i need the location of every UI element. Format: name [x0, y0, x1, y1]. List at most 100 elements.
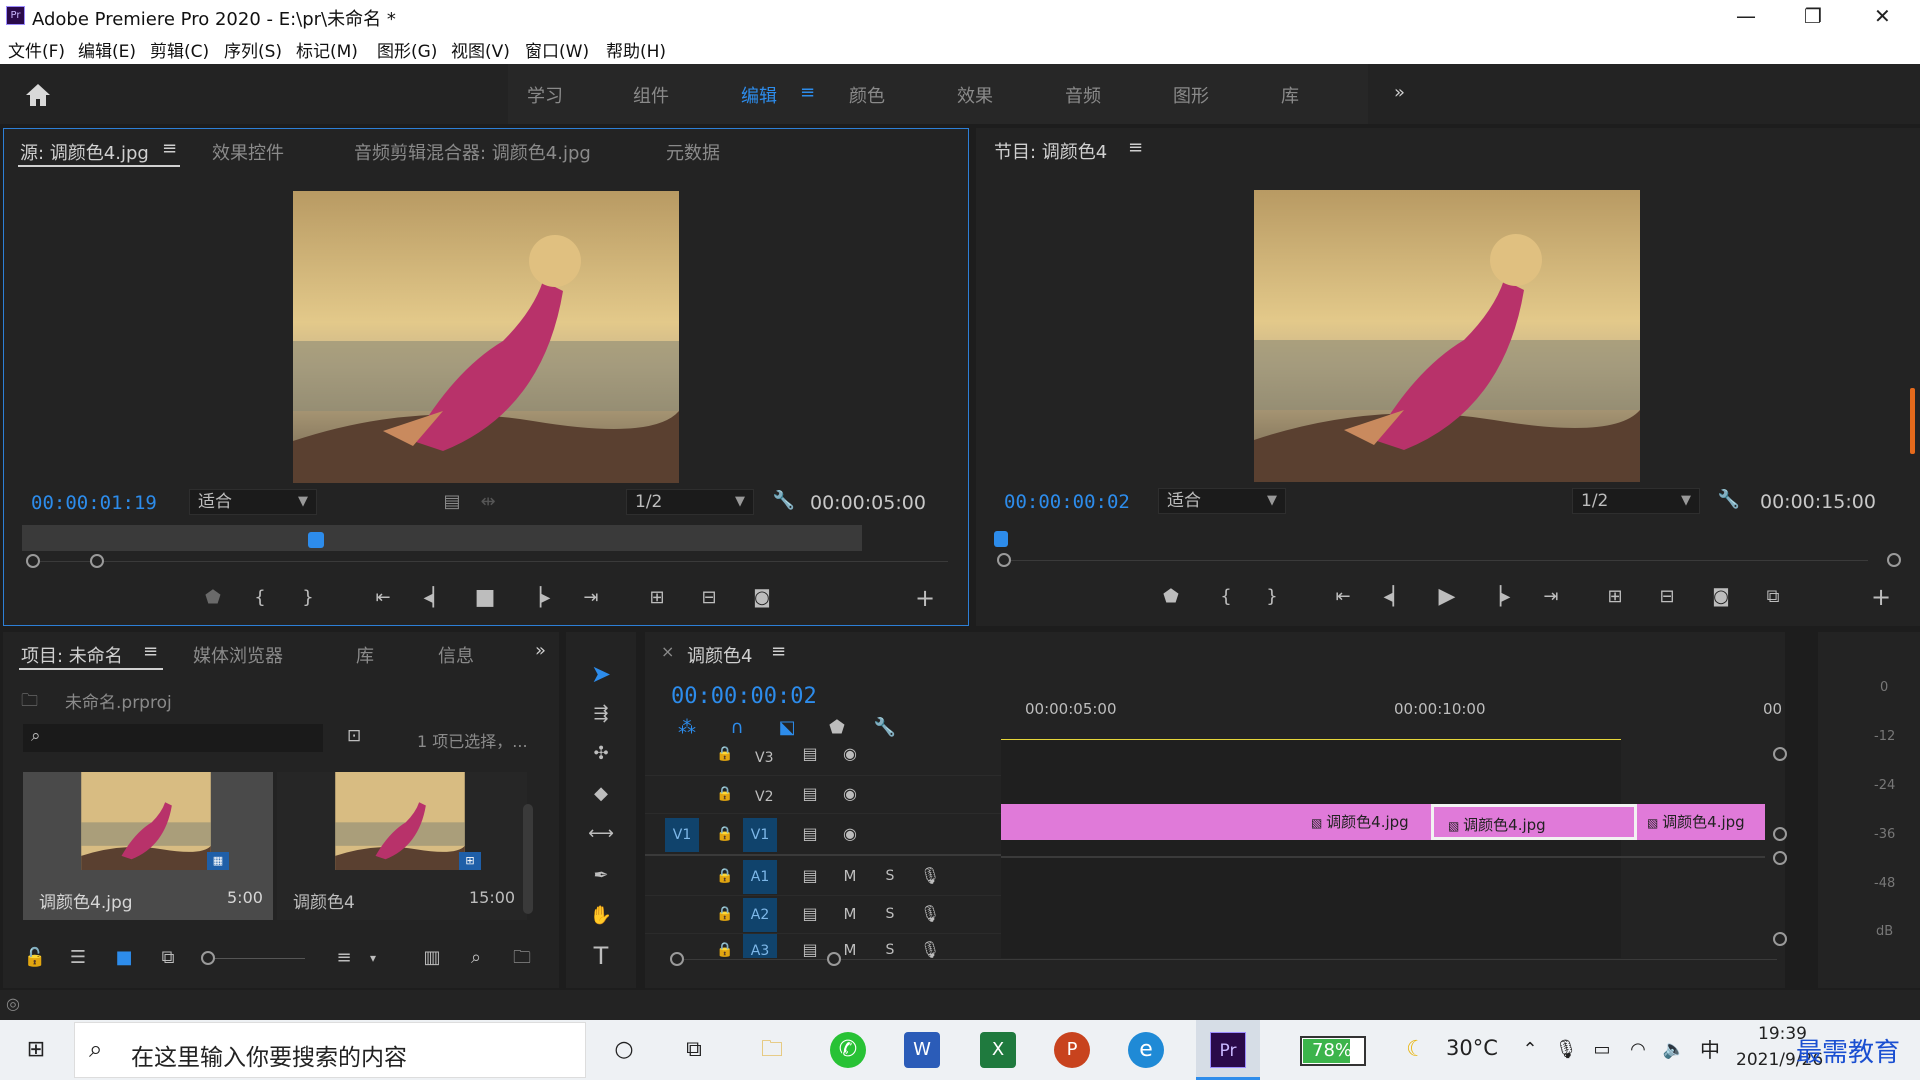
program-playhead[interactable] — [994, 531, 1008, 547]
thumbnail-size-slider[interactable] — [213, 958, 305, 959]
minimize-button[interactable]: — — [1736, 4, 1756, 28]
timeline-timecode[interactable]: 00:00:00:02 — [671, 684, 817, 709]
program-go-to-in-icon[interactable]: ⇤ — [1330, 585, 1356, 609]
hand-tool-icon[interactable]: ✋ — [586, 904, 616, 928]
mute-track-button[interactable]: M — [839, 902, 861, 926]
source-drag-audio-icon[interactable]: ⇹ — [476, 490, 500, 514]
wifi-icon[interactable]: ◠ — [1620, 1032, 1656, 1068]
tab-editing[interactable]: 编辑 — [741, 82, 777, 108]
program-resolution-select[interactable]: 1/2 ▼ — [1572, 488, 1700, 514]
taskbar-search-input[interactable]: ⌕ 在这里输入你要搜索的内容 — [74, 1022, 586, 1078]
audio-vscroll-handle[interactable] — [1773, 932, 1787, 946]
wechat-icon[interactable]: ✆ — [830, 1032, 866, 1068]
track-lock-icon[interactable]: 🔒 — [715, 822, 735, 846]
program-export-frame-camera-icon[interactable]: ◙ — [1706, 585, 1736, 609]
solo-track-button[interactable]: S — [879, 902, 901, 926]
timeline-vscroll-handle[interactable] — [1773, 747, 1787, 761]
tab-graphics[interactable]: 图形 — [1173, 82, 1209, 108]
nest-toggle-icon[interactable]: ⁂ — [673, 716, 701, 740]
sort-chevron-icon[interactable]: ▾ — [365, 946, 381, 970]
timeline-settings-wrench-icon[interactable]: 🔧 — [871, 716, 899, 740]
source-drag-video-icon[interactable]: ▤ — [440, 490, 464, 514]
timeline-clip[interactable]: ▧ 调颜色4.jpg — [1001, 804, 1431, 840]
microphone-icon[interactable]: 🎙 — [1548, 1032, 1584, 1068]
menu-window[interactable]: 窗口(W) — [525, 37, 589, 62]
track-lock-icon[interactable]: 🔒 — [715, 938, 735, 958]
slip-tool-icon[interactable]: ⟷ — [586, 822, 616, 846]
project-search-input[interactable]: ⌕ — [23, 724, 323, 752]
snap-magnet-icon[interactable]: ∩ — [723, 716, 751, 740]
source-time-ruler[interactable] — [22, 525, 862, 551]
add-marker-icon[interactable]: ⬟ — [200, 586, 226, 610]
project-more-panels-icon[interactable]: » — [535, 640, 546, 661]
export-frame-camera-icon[interactable]: ◙ — [747, 586, 777, 610]
ripple-edit-tool-icon[interactable]: ✣ — [586, 742, 616, 766]
project-item-selected[interactable]: ▦ 调颜色4.jpg 5:00 — [23, 772, 273, 920]
program-go-to-out-icon[interactable]: ⇥ — [1538, 585, 1564, 609]
source-playhead[interactable] — [308, 532, 324, 548]
sync-lock-icon[interactable]: ▤ — [799, 782, 821, 806]
icon-view-icon[interactable]: ■ — [111, 946, 137, 970]
close-button[interactable]: ✕ — [1874, 4, 1891, 28]
track-target-a3[interactable]: A3 — [743, 934, 777, 958]
freeform-view-icon[interactable]: ⧉ — [153, 946, 183, 970]
program-add-marker-icon[interactable]: ⬟ — [1158, 585, 1184, 609]
go-to-in-icon[interactable]: ⇤ — [370, 586, 396, 610]
sync-lock-icon[interactable]: ▤ — [799, 864, 821, 888]
track-lock-icon[interactable]: 🔒 — [715, 742, 735, 766]
sync-lock-icon[interactable]: ▤ — [799, 742, 821, 766]
battery-tray-icon[interactable]: ▭ — [1584, 1032, 1620, 1068]
tab-color[interactable]: 颜色 — [849, 82, 885, 108]
task-view-icon[interactable]: ⧉ — [676, 1032, 712, 1068]
insert-icon[interactable]: ⊞ — [642, 586, 672, 610]
word-icon[interactable]: W — [904, 1032, 940, 1068]
go-to-out-icon[interactable]: ⇥ — [578, 586, 604, 610]
step-forward-icon[interactable]: ▕▸ — [526, 586, 552, 610]
tab-effect-controls[interactable]: 效果控件 — [212, 139, 284, 165]
add-button-icon[interactable]: + — [912, 586, 938, 610]
menu-edit[interactable]: 编辑(E) — [78, 37, 136, 62]
tab-audio-clip-mixer[interactable]: 音频剪辑混合器: 调颜色4.jpg — [354, 139, 591, 165]
project-item[interactable]: ⊞ 调颜色4 15:00 — [277, 772, 527, 920]
source-settings-wrench-icon[interactable]: 🔧 — [771, 489, 797, 513]
tab-sequence[interactable]: 调颜色4 — [687, 642, 752, 668]
track-target-a1[interactable]: A1 — [743, 860, 777, 894]
menu-marker[interactable]: 标记(M) — [296, 37, 358, 62]
more-workspaces-icon[interactable]: » — [1394, 82, 1405, 103]
timeline-track-area[interactable] — [1001, 740, 1621, 958]
sort-icon[interactable]: ≡ — [331, 946, 357, 970]
edge-browser-icon[interactable]: e — [1128, 1032, 1164, 1068]
show-hidden-icons-chevron-icon[interactable]: ⌃ — [1512, 1032, 1548, 1068]
timeline-panel-menu-icon[interactable]: ≡ — [771, 641, 786, 662]
cc-sync-icon[interactable]: ◎ — [6, 994, 20, 1013]
list-view-icon[interactable]: ☰ — [65, 946, 91, 970]
excel-icon[interactable]: X — [980, 1032, 1016, 1068]
source-timecode[interactable]: 00:00:01:19 — [31, 492, 157, 514]
sync-lock-icon[interactable]: ▤ — [799, 902, 821, 926]
lock-icon[interactable]: 🔓 — [23, 946, 47, 970]
windows-start-icon[interactable]: ⊞ — [18, 1032, 54, 1068]
automate-to-sequence-icon[interactable]: ▥ — [417, 946, 447, 970]
menu-sequence[interactable]: 序列(S) — [224, 37, 282, 62]
cortana-icon[interactable]: ○ — [606, 1032, 642, 1068]
overwrite-icon[interactable]: ⊟ — [694, 586, 724, 610]
workspace-menu-icon[interactable]: ≡ — [800, 82, 815, 103]
sync-lock-icon[interactable]: ▤ — [799, 822, 821, 846]
timeline-zoom-start-handle[interactable] — [670, 952, 684, 966]
toggle-track-output-eye-icon[interactable]: ◉ — [839, 782, 861, 806]
track-lock-icon[interactable]: 🔒 — [715, 864, 735, 888]
moon-weather-icon[interactable]: ☾ — [1398, 1032, 1434, 1068]
type-tool-icon[interactable]: T — [586, 944, 616, 968]
volume-icon[interactable]: 🔈 — [1656, 1032, 1692, 1068]
program-settings-wrench-icon[interactable]: 🔧 — [1716, 488, 1742, 512]
mute-track-button[interactable]: M — [839, 864, 861, 888]
source-zoom-end-handle[interactable] — [90, 554, 104, 568]
razor-tool-icon[interactable]: ◆ — [586, 782, 616, 806]
program-timecode[interactable]: 00:00:00:02 — [1004, 491, 1130, 513]
program-zoom-end-handle[interactable] — [1887, 553, 1901, 567]
timeline-add-marker-icon[interactable]: ⬟ — [823, 716, 851, 740]
new-bin-icon[interactable]: 🗀 — [507, 946, 537, 970]
menu-help[interactable]: 帮助(H) — [606, 37, 666, 62]
source-resolution-select[interactable]: 1/2 ▼ — [626, 489, 754, 515]
program-step-back-icon[interactable]: ◂▏ — [1382, 585, 1408, 609]
